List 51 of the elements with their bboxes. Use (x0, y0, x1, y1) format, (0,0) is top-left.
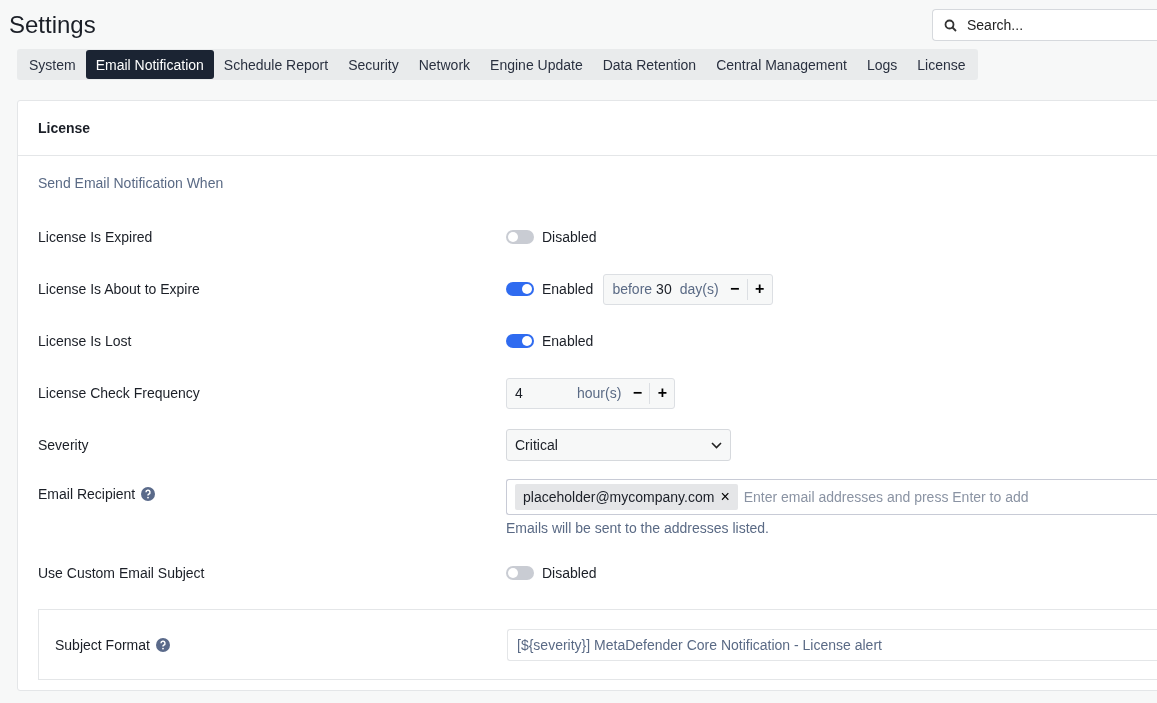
field-label: License Is Expired (38, 229, 153, 245)
chevron-down-icon (711, 441, 722, 449)
card-heading: License (38, 120, 91, 136)
severity-dropdown[interactable]: Critical (506, 429, 731, 461)
hint-text: Emails will be sent to the addresses listed. (506, 520, 770, 536)
search-icon (944, 18, 957, 32)
tab[interactable]: Central Management (706, 50, 857, 79)
toggle-state: Disabled (542, 229, 597, 245)
email-entry-field[interactable]: Enter email addresses and press Enter to add (741, 488, 1146, 506)
field-label: License Is About to Expire (38, 281, 200, 297)
search-field[interactable]: Search... (965, 16, 1149, 34)
page-title: Settings (9, 11, 96, 39)
field-label: License Is Lost (38, 333, 132, 349)
unit-text: hour(s) (577, 385, 622, 401)
subject-field[interactable]: [${severity}] MetaDefender Core Notification - License alert (507, 628, 1157, 661)
number-value[interactable]: 30 (656, 281, 672, 297)
toggle-switch[interactable] (506, 230, 534, 244)
remove-button[interactable]: × (720, 488, 730, 506)
toggle-state: Enabled (542, 281, 594, 297)
increment-button[interactable]: + (747, 280, 772, 298)
field-label: Email Recipient (38, 486, 136, 502)
field-label: Subject Format (55, 636, 150, 653)
tab[interactable]: Data Retention (592, 50, 707, 79)
field-label: Use Custom Email Subject (38, 565, 205, 581)
email-input-field[interactable]: placeholder@mycompany.com × Enter email addresses and press Enter to add (506, 479, 1157, 515)
toggle-switch[interactable] (506, 282, 534, 296)
tab[interactable]: Schedule Report (213, 50, 339, 79)
toggle-switch[interactable] (506, 334, 534, 348)
tab[interactable]: Security (338, 50, 409, 79)
help-icon[interactable] (155, 637, 170, 652)
tab[interactable]: System (19, 50, 86, 79)
tab[interactable]: License (907, 50, 976, 79)
unit-text: day(s) (679, 281, 719, 297)
tab[interactable]: Logs (856, 50, 908, 79)
tab[interactable]: Engine Update (480, 50, 593, 79)
field-label: License Check Frequency (38, 385, 200, 401)
decrement-button[interactable]: − (722, 280, 747, 298)
number-value[interactable]: 4 (515, 385, 569, 401)
search-bar[interactable]: Search... (932, 9, 1157, 41)
tab[interactable]: Network (408, 50, 481, 79)
tab[interactable]: Email Notification (85, 50, 214, 79)
field-label: Severity (38, 437, 89, 453)
toggle-switch[interactable] (506, 566, 534, 580)
toggle-state: Disabled (542, 565, 597, 581)
decrement-button[interactable]: − (625, 384, 650, 402)
toggle-state: Enabled (542, 333, 594, 349)
increment-button[interactable]: + (650, 384, 675, 402)
section-title: Send Email Notification When (38, 174, 225, 193)
help-icon[interactable] (141, 487, 156, 501)
prefix-text: before (612, 281, 653, 297)
tag-text: placeholder@mycompany.com (523, 489, 715, 505)
